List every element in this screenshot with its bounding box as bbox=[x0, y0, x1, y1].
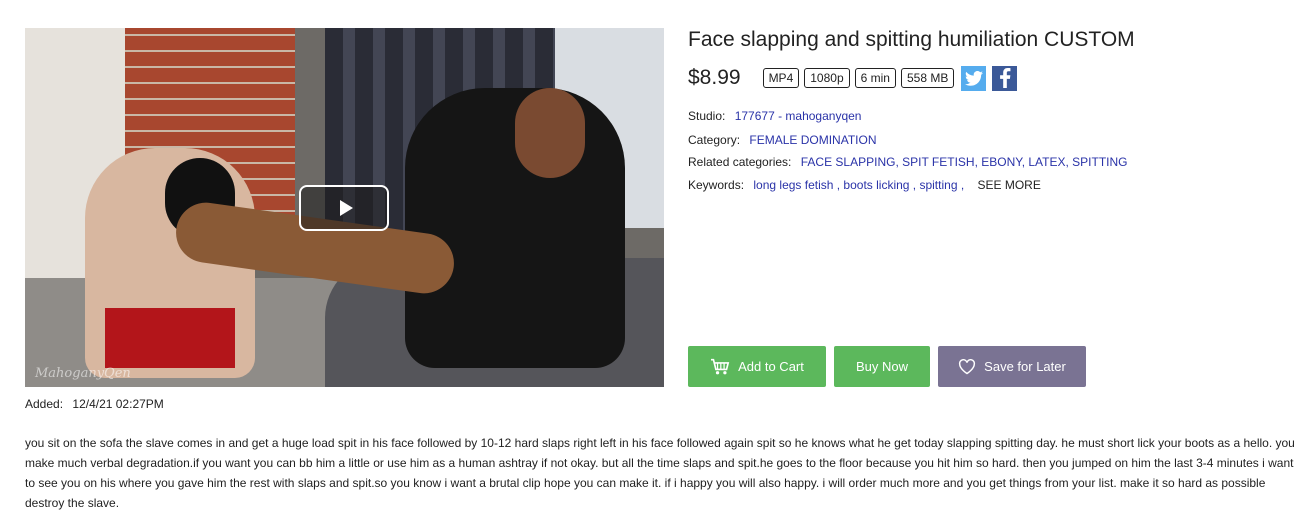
preview-watermark: MahoganyQen bbox=[35, 366, 131, 381]
category-row: Category: FEMALE DOMINATION bbox=[688, 133, 877, 147]
added-value: 12/4/21 02:27PM bbox=[72, 397, 164, 411]
keywords-links[interactable]: long legs fetish , boots licking , spitt… bbox=[753, 178, 964, 192]
buy-now-label: Buy Now bbox=[855, 359, 909, 374]
save-for-later-label: Save for Later bbox=[984, 359, 1066, 374]
twitter-icon bbox=[964, 70, 983, 86]
related-categories-row: Related categories: FACE SLAPPING, SPIT … bbox=[688, 155, 1128, 169]
related-categories-label: Related categories: bbox=[688, 155, 792, 169]
preview-scene-head bbox=[515, 88, 585, 178]
keywords-label: Keywords: bbox=[688, 178, 745, 192]
price-row: $8.99 MP4 1080p 6 min 558 MB bbox=[688, 64, 1021, 92]
studio-link[interactable]: 177677 - mahoganyqen bbox=[735, 109, 862, 123]
see-more-link[interactable]: SEE MORE bbox=[978, 178, 1041, 192]
studio-label: Studio: bbox=[688, 109, 726, 123]
format-tag: MP4 bbox=[762, 68, 800, 88]
filesize-tag: 558 MB bbox=[900, 68, 955, 88]
play-icon bbox=[339, 200, 353, 216]
preview-scene-shorts bbox=[105, 308, 235, 368]
studio-row: Studio: 177677 - mahoganyqen bbox=[688, 109, 861, 123]
product-description: you sit on the sofa the slave comes in a… bbox=[25, 436, 1295, 510]
preview-scene-person-right bbox=[405, 88, 625, 368]
facebook-share-button[interactable] bbox=[992, 65, 1018, 91]
price: $8.99 bbox=[688, 66, 741, 89]
facebook-icon bbox=[999, 68, 1011, 88]
category-label: Category: bbox=[688, 133, 741, 147]
duration-tag: 6 min bbox=[854, 68, 896, 88]
heart-icon bbox=[959, 358, 976, 374]
twitter-share-button[interactable] bbox=[961, 65, 987, 91]
keywords-row: Keywords: long legs fetish , boots licki… bbox=[688, 178, 1041, 192]
added-date: Added: 12/4/21 02:27PM bbox=[25, 397, 170, 411]
cart-icon bbox=[711, 358, 730, 374]
save-for-later-button[interactable]: Save for Later bbox=[938, 346, 1086, 387]
added-label: Added: bbox=[25, 397, 64, 411]
add-to-cart-label: Add to Cart bbox=[738, 359, 804, 374]
resolution-tag: 1080p bbox=[804, 68, 850, 88]
play-button[interactable] bbox=[299, 185, 389, 231]
buy-now-button[interactable]: Buy Now bbox=[834, 346, 930, 387]
product-title: Face slapping and spitting humiliation C… bbox=[688, 28, 1135, 51]
related-categories-links[interactable]: FACE SLAPPING, SPIT FETISH, EBONY, LATEX… bbox=[801, 155, 1128, 169]
add-to-cart-button[interactable]: Add to Cart bbox=[688, 346, 826, 387]
category-link[interactable]: FEMALE DOMINATION bbox=[749, 133, 876, 147]
